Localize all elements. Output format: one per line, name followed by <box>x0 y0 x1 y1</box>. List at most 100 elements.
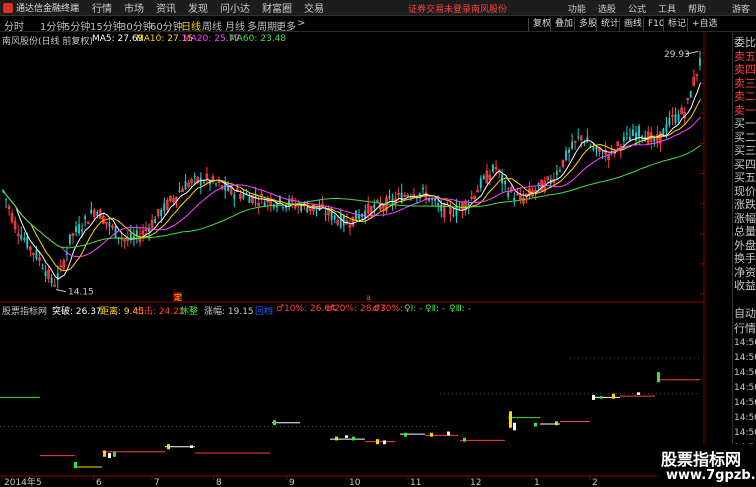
candle-body <box>422 187 424 190</box>
candle-body <box>571 141 573 149</box>
menu-select-stock[interactable]: 选股 <box>592 2 622 15</box>
candle-body <box>388 196 391 199</box>
tick-time: 14:50 <box>734 428 756 438</box>
period-tick[interactable]: 分时 <box>4 18 24 33</box>
period-5min[interactable]: 5分钟 <box>64 18 90 33</box>
indicator-bar <box>345 435 348 438</box>
indicator-title: 股票指标网 <box>2 307 48 317</box>
menu-function[interactable]: 功能 <box>562 2 592 15</box>
x-tick-label: 12 <box>470 478 481 487</box>
candle-body <box>577 136 580 138</box>
menu-item-wealth[interactable]: 财富圈 <box>256 0 298 15</box>
period-daily[interactable]: 日线 <box>181 18 201 33</box>
menu-item-trade[interactable]: 交易 <box>298 0 330 15</box>
x-tick-label: 6 <box>96 478 102 487</box>
menu-tools[interactable]: 工具 <box>652 2 682 15</box>
candle-body <box>23 238 26 240</box>
candle-body <box>628 136 631 141</box>
candle-body <box>632 129 634 136</box>
x-tick-label: 2014年 <box>4 476 36 487</box>
indicator-bar <box>513 422 516 431</box>
logo-icon <box>3 2 13 13</box>
tick-time: 14:50 <box>734 398 756 408</box>
overlay-button[interactable]: 叠加 <box>550 18 573 31</box>
indicator-bar <box>383 440 386 445</box>
menu-item-news[interactable]: 资讯 <box>150 0 182 15</box>
indicator-f2: ♀Ⅱ: - <box>425 304 446 314</box>
candle-body <box>437 203 440 206</box>
multi-stock-button[interactable]: 多股 <box>574 18 597 31</box>
ma60-label: MA60: 23.48 <box>229 34 287 44</box>
app-logo: 通达信金融终端 <box>0 0 86 16</box>
indicator-bar <box>592 394 595 400</box>
menu-item-quotes[interactable]: 行情 <box>86 0 118 15</box>
candle-body <box>35 249 38 259</box>
menu-item-discover[interactable]: 发现 <box>182 0 214 15</box>
stats-button[interactable]: 统计 <box>596 18 619 31</box>
period-more[interactable]: 更多 <box>276 18 296 33</box>
period-monthly[interactable]: 月线 <box>225 18 245 33</box>
tick-time: 14:50 <box>734 413 756 423</box>
adjust-button[interactable]: 复权 <box>528 18 551 31</box>
indicator-bar <box>190 445 193 448</box>
indicator-bar <box>612 393 615 399</box>
candle-body <box>592 147 595 150</box>
kline-chart[interactable]: 30.0028.0026.0024.0022.0020.0018.0016.00… <box>0 32 705 487</box>
indicator-bar <box>404 432 407 437</box>
menu-formula[interactable]: 公式 <box>622 2 652 15</box>
guest-label[interactable]: 游客 <box>726 2 756 15</box>
side-item: 收益 <box>734 279 756 292</box>
candle-body <box>537 182 540 186</box>
side-item: 净资 <box>734 265 756 279</box>
menu-help[interactable]: 帮助 <box>682 2 712 15</box>
candle-body <box>68 234 71 244</box>
candle-body <box>513 197 516 201</box>
indicator-bar <box>509 411 512 428</box>
candle-body <box>215 183 217 185</box>
f10-button[interactable]: F10 <box>643 18 665 31</box>
app-title: 通达信金融终端 <box>16 4 80 14</box>
indicator-bar <box>167 444 170 450</box>
mark-button[interactable]: 标记 <box>663 18 686 31</box>
indicator-breakthrough: 突破: 26.37 <box>52 307 102 317</box>
ma10-line <box>3 98 701 272</box>
candle-body <box>568 149 570 153</box>
high-price-label: 29.93 <box>664 50 690 60</box>
indicator-bar <box>103 450 106 457</box>
login-notice[interactable]: 证券交易未登录 <box>408 2 471 15</box>
period-60min[interactable]: 60分钟 <box>150 18 183 33</box>
candle-body <box>689 91 692 98</box>
side-item: 买二 <box>734 130 756 144</box>
candle-body <box>263 202 266 207</box>
side-item: 买四 <box>734 157 756 171</box>
auto-button[interactable]: 自动 <box>734 307 756 320</box>
indicator-bar <box>352 436 355 441</box>
draw-line-button[interactable]: 画线 <box>619 18 642 31</box>
candle-body <box>458 207 461 209</box>
menu-item-ask[interactable]: 问小达 <box>214 0 256 15</box>
candle-body <box>300 205 303 212</box>
period-30min[interactable]: 30分钟 <box>120 18 153 33</box>
add-watchlist-button[interactable]: +自选 <box>687 18 718 31</box>
candle-body <box>558 170 561 172</box>
indicator-bar <box>534 422 537 427</box>
candle-body <box>178 190 181 192</box>
candle-body <box>41 267 44 269</box>
period-1min[interactable]: 1分钟 <box>40 18 66 33</box>
x-tick-label: 2 <box>592 478 598 487</box>
period-15min[interactable]: 15分钟 <box>90 18 123 33</box>
candle-body <box>26 236 29 248</box>
side-item: 卖一 <box>734 103 756 117</box>
indicator-bar <box>376 439 379 445</box>
period-multi[interactable]: 多周期 <box>247 18 277 33</box>
event-marker-label: 定 <box>174 292 182 302</box>
candle-body <box>665 123 668 133</box>
tick-time: 14:50 <box>734 338 756 348</box>
period-weekly[interactable]: 周线 <box>202 18 222 33</box>
quote-button[interactable]: 行情 <box>734 322 756 335</box>
indicator-bar <box>600 396 603 399</box>
menu-item-market[interactable]: 市场 <box>118 0 150 15</box>
right-menu: 功能 选股 公式 工具 帮助 游客 <box>562 0 756 16</box>
more-arrow-icon[interactable]: > <box>297 18 305 29</box>
low-price-label: 14.15 <box>68 288 94 298</box>
